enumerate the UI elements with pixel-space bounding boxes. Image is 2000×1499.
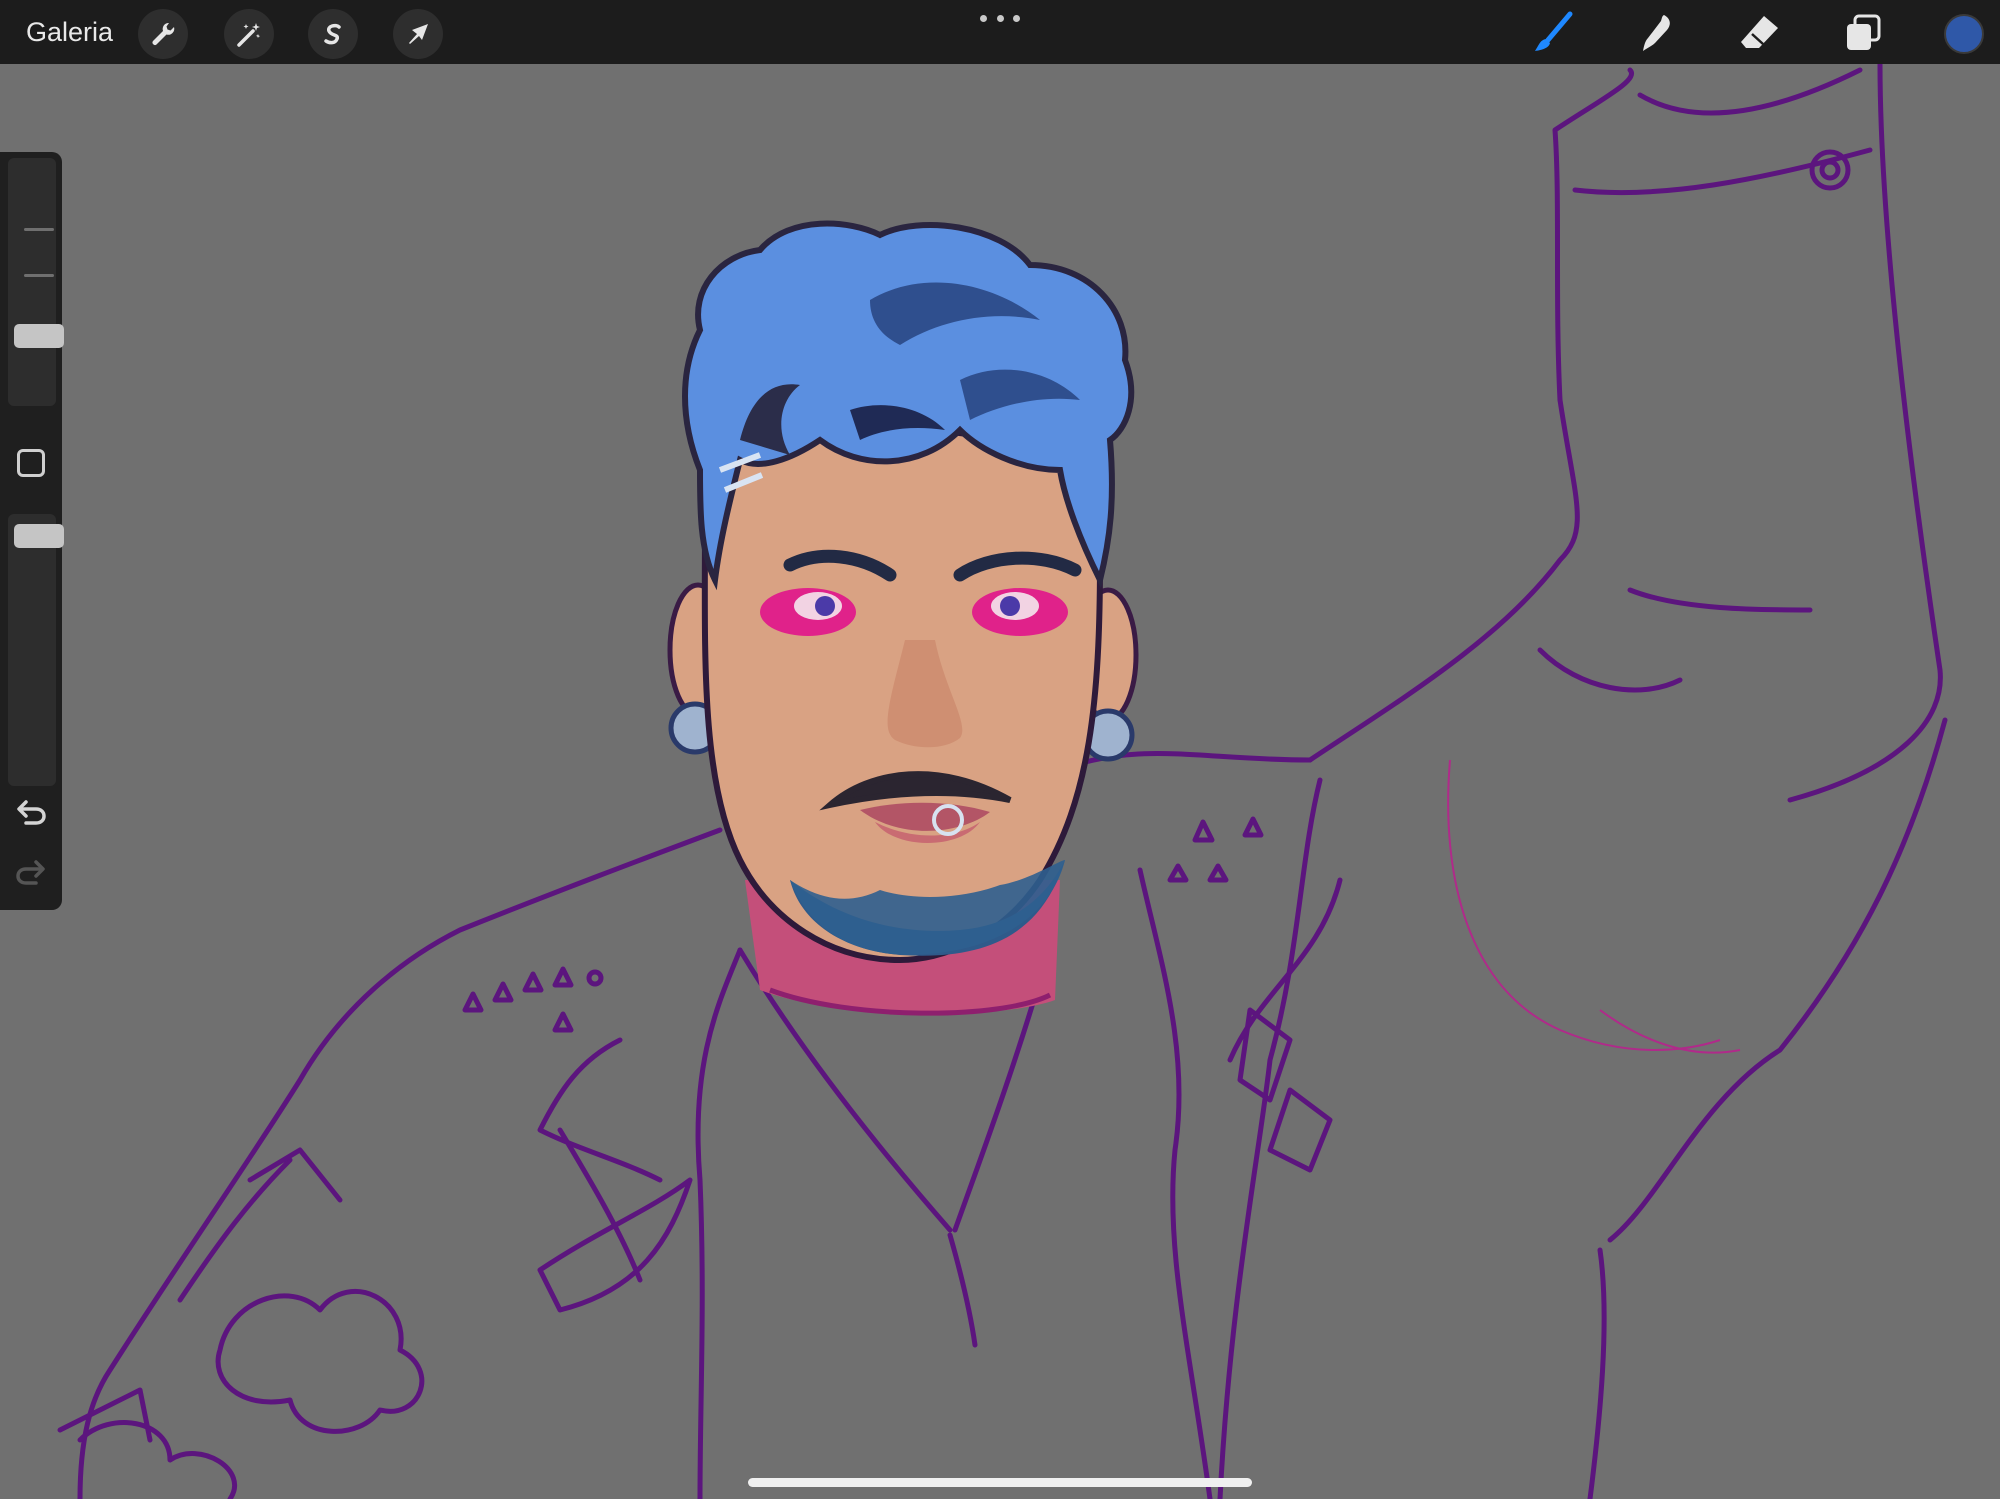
brush-size-thumb[interactable] (14, 324, 64, 348)
eraser-icon (1741, 16, 1778, 48)
top-toolbar: Galeria (0, 0, 2000, 64)
magic-wand-icon (237, 23, 261, 47)
opacity-thumb[interactable] (14, 524, 64, 548)
square-modify-icon[interactable] (17, 449, 45, 477)
opacity-slider[interactable] (8, 514, 64, 786)
selection-s-icon (324, 23, 341, 45)
color-picker-button[interactable] (1944, 14, 1984, 54)
adjustments-button[interactable] (224, 9, 274, 59)
left-sidebar (0, 152, 64, 910)
wrench-icon (152, 22, 175, 45)
selection-button[interactable] (308, 9, 358, 59)
layers-button[interactable] (1840, 10, 1886, 56)
transform-button[interactable] (393, 9, 443, 59)
more-dots-icon[interactable] (980, 10, 1020, 26)
drawing-canvas[interactable] (0, 64, 2000, 1499)
portrait-artwork (57, 64, 1948, 1499)
smudge-icon (1643, 15, 1670, 51)
home-indicator[interactable] (748, 1478, 1252, 1487)
gallery-button[interactable]: Galeria (26, 14, 113, 50)
redo-icon[interactable] (14, 857, 48, 887)
brush-icon (1535, 11, 1573, 51)
layers-icon (1847, 14, 1881, 50)
undo-icon[interactable] (14, 797, 48, 827)
brush-tool-button[interactable] (1530, 10, 1576, 56)
arrow-cursor-icon (409, 24, 428, 44)
brush-size-slider[interactable] (8, 158, 64, 406)
smudge-tool-button[interactable] (1634, 10, 1680, 56)
eraser-tool-button[interactable] (1737, 10, 1783, 56)
actions-button[interactable] (138, 9, 188, 59)
